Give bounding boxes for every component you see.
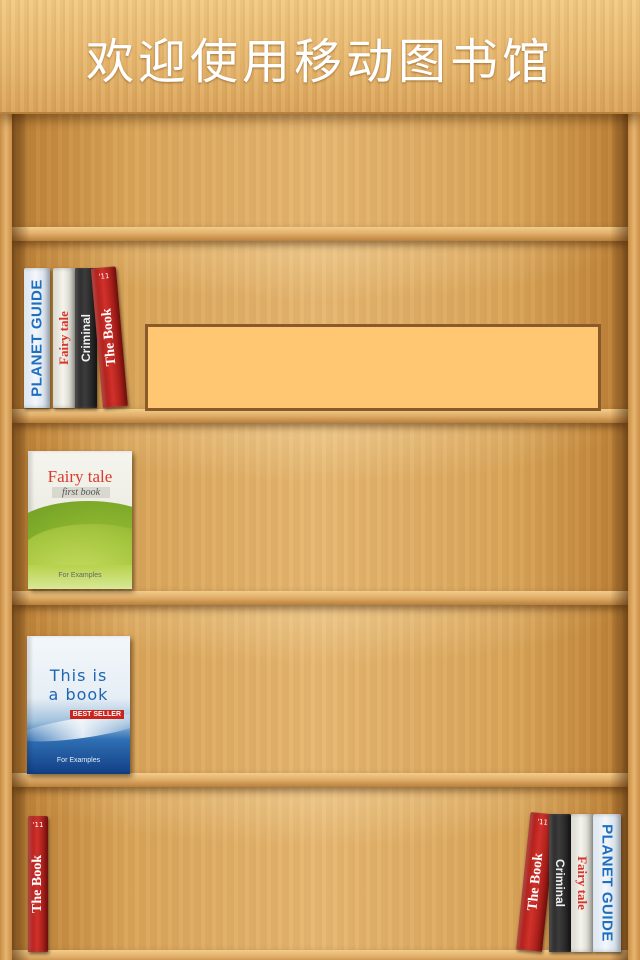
shelf-board-5	[12, 950, 628, 960]
shelf-board-1	[12, 227, 628, 241]
book-spine-title: Criminal	[553, 858, 567, 908]
book-cover-this-is-a-book[interactable]: This is a book BEST SELLER For Examples	[27, 636, 130, 774]
bookshelf-screen: 欢迎使用移动图书馆 PLANET GUIDE Fairy tale Crimin…	[0, 0, 640, 960]
book-cover-title: Fairy tale	[47, 467, 113, 486]
book-spine-title: Criminal	[79, 313, 93, 363]
book-spine-title: Fairy tale	[575, 856, 590, 910]
book-info-panel	[145, 324, 601, 411]
shelf-board-2	[12, 409, 628, 423]
best-seller-badge: BEST SELLER	[69, 710, 124, 719]
book-cover-fairy-tale[interactable]: Fairy tale first book For Examples	[28, 451, 132, 589]
book-spine-fairy-tale[interactable]: Fairy tale	[53, 268, 75, 408]
book-cover-title: This is a book	[27, 666, 130, 704]
book-spine-title: PLANET GUIDE	[598, 824, 616, 942]
book-spine-planet-guide[interactable]: PLANET GUIDE	[24, 268, 50, 408]
book-spine-year: '11	[98, 271, 110, 281]
book-spine-criminal[interactable]: Criminal	[549, 814, 571, 952]
book-spine-the-book[interactable]: '11 The Book	[28, 816, 48, 952]
header-bar: 欢迎使用移动图书馆	[0, 0, 640, 114]
bookcase-right-post	[628, 114, 640, 960]
page-title: 欢迎使用移动图书馆	[85, 34, 554, 90]
shelf-board-3	[12, 591, 628, 605]
shelf-board-4	[12, 773, 628, 787]
bookcase-left-post	[0, 114, 12, 960]
book-spine-title: Fairy tale	[56, 311, 71, 365]
book-cover-title-line2: a book	[48, 685, 109, 704]
book-spine-fairy-tale[interactable]: Fairy tale	[571, 814, 593, 952]
book-cover-subtitle: first book	[52, 487, 110, 498]
book-cover-title-line1: This is	[49, 666, 108, 685]
book-spine-title: The Book	[30, 855, 45, 913]
book-cover-footer: For Examples	[56, 757, 101, 764]
book-spine-title: The Book	[525, 852, 547, 912]
book-spine-planet-guide[interactable]: PLANET GUIDE	[593, 814, 621, 952]
book-spine-title: The Book	[98, 307, 119, 367]
book-spine-title: PLANET GUIDE	[28, 279, 46, 397]
book-spine-year: '11	[32, 821, 44, 829]
book-cover-footer: For Examples	[58, 572, 102, 579]
